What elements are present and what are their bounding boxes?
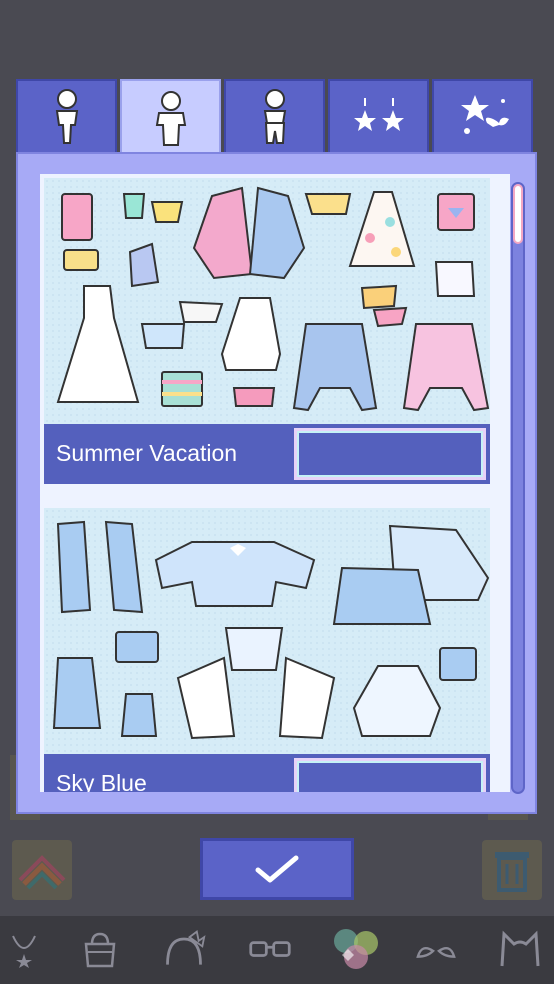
top-clothes-icon bbox=[155, 91, 186, 146]
trash-icon bbox=[495, 852, 529, 892]
body-front-icon bbox=[55, 89, 78, 144]
necklace-icon bbox=[12, 935, 36, 968]
layers-icon bbox=[18, 855, 66, 890]
sparkle-decor-icon bbox=[460, 95, 509, 134]
set-select-button[interactable] bbox=[294, 428, 486, 480]
bottom-clothes-icon bbox=[263, 89, 286, 144]
ears-icon bbox=[416, 946, 456, 958]
tab-earrings[interactable] bbox=[328, 79, 429, 155]
scrollbar[interactable] bbox=[511, 182, 525, 794]
sets-list[interactable]: Summer Vacation Sky Blue bbox=[40, 174, 510, 792]
confirm-button[interactable] bbox=[200, 838, 354, 900]
clothing-items-illustration bbox=[56, 186, 490, 412]
nav-effects[interactable] bbox=[328, 924, 386, 974]
nav-glasses[interactable] bbox=[248, 930, 292, 970]
nav-cat-ears[interactable] bbox=[498, 930, 542, 970]
tab-accessories[interactable] bbox=[432, 79, 533, 155]
set-card[interactable]: Sky Blue bbox=[44, 508, 490, 792]
glasses-icon bbox=[249, 941, 291, 957]
nav-bag[interactable] bbox=[78, 930, 122, 970]
headband-icon bbox=[166, 930, 206, 965]
checkmark-icon bbox=[255, 855, 299, 883]
bag-icon bbox=[84, 932, 116, 968]
bottom-nav bbox=[0, 916, 554, 984]
set-select-button[interactable] bbox=[294, 758, 486, 792]
delete-button[interactable] bbox=[482, 840, 542, 900]
tab-bottoms[interactable] bbox=[224, 79, 325, 155]
set-title: Sky Blue bbox=[56, 770, 147, 792]
earrings-icon bbox=[353, 98, 404, 131]
scroll-thumb[interactable] bbox=[513, 184, 523, 244]
layer-order-button[interactable] bbox=[12, 840, 72, 900]
outfit-sets-panel: Summer Vacation Sky Blue bbox=[16, 152, 537, 814]
set-card[interactable]: Summer Vacation bbox=[44, 178, 490, 484]
clothing-items-illustration bbox=[52, 520, 490, 740]
set-title-bar: Sky Blue bbox=[44, 754, 490, 792]
category-tabs bbox=[16, 79, 537, 159]
set-title-bar: Summer Vacation bbox=[44, 424, 490, 484]
set-preview-image bbox=[44, 508, 490, 754]
nav-necklace[interactable] bbox=[2, 930, 46, 970]
cat-icon bbox=[500, 930, 540, 967]
set-preview-image bbox=[44, 178, 490, 424]
tab-tops[interactable] bbox=[120, 79, 221, 159]
nav-ears[interactable] bbox=[414, 930, 458, 970]
set-title: Summer Vacation bbox=[56, 440, 238, 466]
effect-icon bbox=[334, 929, 378, 969]
nav-headband[interactable] bbox=[162, 930, 206, 970]
tab-body[interactable] bbox=[16, 79, 117, 155]
